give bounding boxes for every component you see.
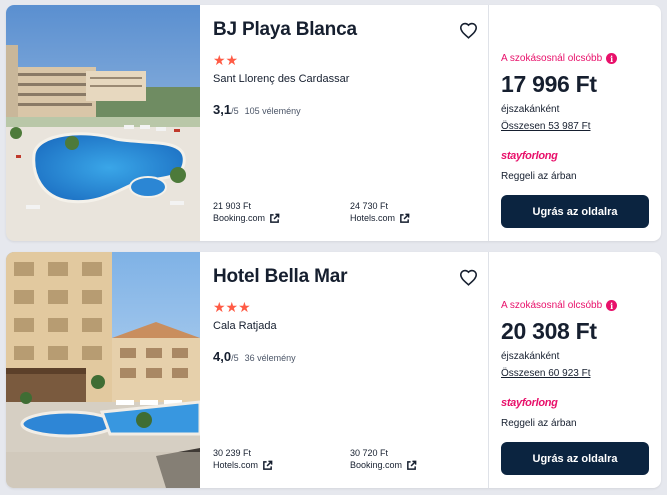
hotel-result-card[interactable]: Hotel Bella Mar ★★★ Cala Ratjada 4,0/5 36… [6, 252, 661, 488]
provider-offer[interactable]: 24 730 Ft Hotels.com [350, 200, 410, 224]
go-to-site-button[interactable]: Ugrás az oldalra [501, 195, 649, 228]
cheaper-text: A szokásosnál olcsóbb [501, 300, 603, 311]
heart-outline-icon [459, 22, 477, 39]
partner-logo: stayforlong [501, 150, 558, 162]
info-icon[interactable]: i [606, 53, 618, 64]
total-price-link[interactable]: Összesen 60 923 Ft [501, 368, 591, 379]
favorite-button[interactable] [455, 264, 481, 290]
favorite-button[interactable] [455, 17, 481, 43]
total-price-link[interactable]: Összesen 53 987 Ft [501, 121, 591, 132]
breakfast-included: Reggeli az árban [501, 171, 577, 182]
nightly-price: 17 996 Ft [501, 71, 597, 97]
hotel-info: Hotel Bella Mar ★★★ Cala Ratjada 4,0/5 36… [200, 252, 488, 488]
provider-name: Hotels.com [350, 213, 396, 223]
external-link-icon [407, 460, 417, 470]
hotel-result-card[interactable]: BJ Playa Blanca ★★ Sant Llorenç des Card… [6, 5, 661, 241]
hotel-location: Sant Llorenç des Cardassar [213, 73, 350, 85]
cheaper-text: A szokásosnál olcsóbb [501, 53, 603, 64]
rating-scale: /5 [231, 353, 239, 363]
provider-offer[interactable]: 21 903 Ft Booking.com [213, 200, 280, 224]
hotel-name[interactable]: Hotel Bella Mar [213, 266, 347, 288]
star-rating: ★★★ [213, 299, 251, 315]
per-night-label: éjszakánként [501, 104, 560, 115]
provider-price: 21 903 Ft [213, 201, 252, 211]
review-rating[interactable]: 3,1/5 105 vélemény [213, 101, 301, 119]
price-panel: A szokásosnál olcsóbb i 17 996 Ft éjszak… [489, 5, 661, 241]
hotel-location: Cala Ratjada [213, 320, 277, 332]
provider-name: Hotels.com [213, 460, 259, 470]
provider-name: Booking.com [213, 213, 266, 223]
hotel-name[interactable]: BJ Playa Blanca [213, 19, 357, 41]
hotel-photo[interactable] [6, 252, 200, 488]
nightly-price: 20 308 Ft [501, 318, 597, 344]
hotel-info: BJ Playa Blanca ★★ Sant Llorenç des Card… [200, 5, 488, 241]
provider-price: 30 720 Ft [350, 448, 389, 458]
rating-scale: /5 [231, 106, 239, 116]
hotel-photo[interactable] [6, 5, 200, 241]
rating-score: 3,1 [213, 102, 232, 117]
provider-name: Booking.com [350, 460, 403, 470]
review-rating[interactable]: 4,0/5 36 vélemény [213, 348, 296, 366]
external-link-icon [400, 213, 410, 223]
provider-price: 24 730 Ft [350, 201, 389, 211]
star-rating: ★★ [213, 52, 239, 68]
partner-logo: stayforlong [501, 397, 558, 409]
external-link-icon [263, 460, 273, 470]
heart-outline-icon [459, 269, 477, 286]
price-panel: A szokásosnál olcsóbb i 20 308 Ft éjszak… [489, 252, 661, 488]
cheaper-than-usual-label: A szokásosnál olcsóbb i [501, 300, 618, 311]
external-link-icon [270, 213, 280, 223]
per-night-label: éjszakánként [501, 351, 560, 362]
cheaper-than-usual-label: A szokásosnál olcsóbb i [501, 53, 618, 64]
provider-price: 30 239 Ft [213, 448, 252, 458]
review-count: 105 vélemény [244, 106, 301, 116]
go-to-site-button[interactable]: Ugrás az oldalra [501, 442, 649, 475]
info-icon[interactable]: i [606, 300, 618, 311]
provider-offer[interactable]: 30 720 Ft Booking.com [350, 447, 417, 471]
breakfast-included: Reggeli az árban [501, 418, 577, 429]
provider-offer[interactable]: 30 239 Ft Hotels.com [213, 447, 273, 471]
review-count: 36 vélemény [244, 353, 296, 363]
rating-score: 4,0 [213, 349, 232, 364]
